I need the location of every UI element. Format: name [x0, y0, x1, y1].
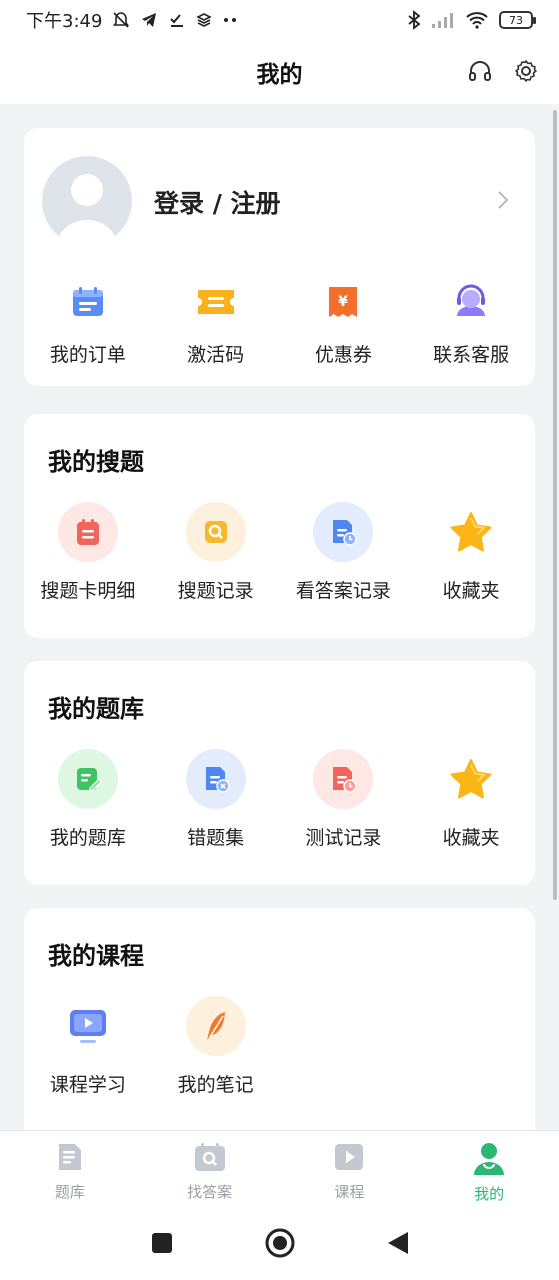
- muted-bell-icon: [112, 11, 130, 29]
- search-record-icon: [185, 502, 246, 562]
- item-label: 错题集: [187, 827, 245, 849]
- item-label: 测试记录: [305, 827, 382, 849]
- nav-label: 题库: [54, 1183, 85, 1201]
- system-nav-bar: [0, 1210, 559, 1280]
- item-label: 收藏夹: [442, 827, 500, 849]
- svg-text:¥: ¥: [339, 294, 349, 310]
- test-record-icon: [313, 749, 374, 809]
- item-label: 搜题卡明细: [40, 580, 136, 602]
- search-record[interactable]: 搜题记录: [152, 502, 280, 603]
- item-label: 搜题记录: [177, 580, 254, 602]
- customer-service-icon: [447, 278, 495, 326]
- home-icon[interactable]: [264, 1227, 296, 1263]
- shortcut-label: 我的订单: [49, 344, 126, 366]
- profile-icon: [472, 1141, 506, 1179]
- shortcut-my-orders[interactable]: 我的订单: [24, 278, 152, 367]
- course-study[interactable]: 课程学习: [24, 996, 152, 1097]
- nav-tab-find-answer[interactable]: 找答案: [140, 1131, 280, 1210]
- nav-tab-profile[interactable]: 我的: [419, 1131, 559, 1210]
- signal-icon: [431, 12, 455, 28]
- item-label: 我的笔记: [177, 1074, 254, 1096]
- nav-label: 我的: [474, 1185, 505, 1203]
- back-icon[interactable]: [386, 1230, 410, 1260]
- status-time: 下午3:49: [26, 11, 103, 32]
- check-icon: [168, 11, 186, 29]
- nav-label: 课程: [334, 1183, 365, 1201]
- course-items: 课程学习 我的笔记: [24, 996, 535, 1097]
- coupon-icon: ¥: [319, 278, 367, 326]
- question-bank-icon: [54, 1141, 86, 1177]
- video-play-icon: [58, 996, 118, 1056]
- shortcut-label: 激活码: [187, 344, 245, 366]
- search-items: 搜题卡明细 搜题记录 看答案记录 收藏夹: [24, 502, 535, 603]
- item-label: 收藏夹: [442, 580, 500, 602]
- item-label: 看答案记录: [295, 580, 391, 602]
- order-icon: [64, 278, 112, 326]
- chevron-right-icon[interactable]: [497, 190, 509, 214]
- page-header: 我的: [0, 40, 559, 104]
- find-answer-icon: [193, 1141, 227, 1177]
- nav-tab-course[interactable]: 课程: [280, 1131, 420, 1210]
- my-question-bank[interactable]: 我的题库: [24, 749, 152, 850]
- battery-icon: 73: [499, 11, 536, 29]
- my-search-card: 我的搜题 搜题卡明细 搜题记录 看答案记录 收藏夹: [24, 414, 535, 638]
- star-icon: [441, 749, 501, 809]
- profile-card: 登录 / 注册 我的订单 激活码 ¥ 优惠券 联系客服: [24, 128, 535, 386]
- feather-icon: [185, 996, 246, 1056]
- avatar[interactable]: [42, 156, 132, 246]
- my-notes[interactable]: 我的笔记: [152, 996, 280, 1097]
- layers-icon: [196, 12, 213, 28]
- my-courses-card: 我的课程 课程学习 我的笔记: [24, 908, 535, 1148]
- bank-favorites[interactable]: 收藏夹: [407, 749, 535, 850]
- shortcut-label: 优惠券: [314, 344, 372, 366]
- wifi-icon: [465, 11, 489, 29]
- settings-gear-icon[interactable]: [513, 58, 539, 88]
- bank-items: 我的题库 错题集 测试记录 收藏夹: [24, 749, 535, 850]
- nav-tab-question-bank[interactable]: 题库: [0, 1131, 140, 1210]
- scrollbar[interactable]: [553, 110, 557, 900]
- page-title: 我的: [256, 62, 303, 88]
- shortcut-label: 联系客服: [433, 344, 510, 366]
- my-bank-card: 我的题库 我的题库 错题集 测试记录 收藏夹: [24, 661, 535, 885]
- section-title: 我的课程: [48, 942, 144, 970]
- search-favorites[interactable]: 收藏夹: [407, 502, 535, 603]
- more-dots-icon: [222, 17, 238, 23]
- item-label: 课程学习: [49, 1074, 126, 1096]
- section-title: 我的搜题: [48, 448, 144, 476]
- shortcut-customer-service[interactable]: 联系客服: [407, 278, 535, 367]
- recent-apps-icon[interactable]: [150, 1231, 174, 1259]
- status-bar: 下午3:49 73: [0, 0, 559, 40]
- bluetooth-icon: [407, 10, 421, 30]
- wrong-questions-icon: [185, 749, 246, 809]
- profile-shortcuts: 我的订单 激活码 ¥ 优惠券 联系客服: [24, 278, 535, 367]
- search-card-detail[interactable]: 搜题卡明细: [24, 502, 152, 603]
- item-label: 我的题库: [49, 827, 126, 849]
- test-record[interactable]: 测试记录: [280, 749, 408, 850]
- bottom-nav: 题库 找答案 课程 我的: [0, 1130, 559, 1210]
- login-register-link[interactable]: 登录 / 注册: [154, 184, 281, 220]
- answer-record[interactable]: 看答案记录: [280, 502, 408, 603]
- course-icon: [333, 1141, 365, 1177]
- section-title: 我的题库: [48, 695, 144, 723]
- telegram-icon: [140, 11, 158, 29]
- answer-record-icon: [313, 502, 374, 562]
- wrong-questions[interactable]: 错题集: [152, 749, 280, 850]
- star-icon: [441, 502, 501, 562]
- nav-label: 找答案: [187, 1183, 233, 1201]
- edit-note-icon: [57, 749, 118, 809]
- search-card-icon: [57, 502, 118, 562]
- shortcut-coupons[interactable]: ¥ 优惠券: [280, 278, 408, 367]
- shortcut-activation-code[interactable]: 激活码: [152, 278, 280, 367]
- activation-code-icon: [192, 278, 240, 326]
- headset-icon[interactable]: [467, 58, 493, 88]
